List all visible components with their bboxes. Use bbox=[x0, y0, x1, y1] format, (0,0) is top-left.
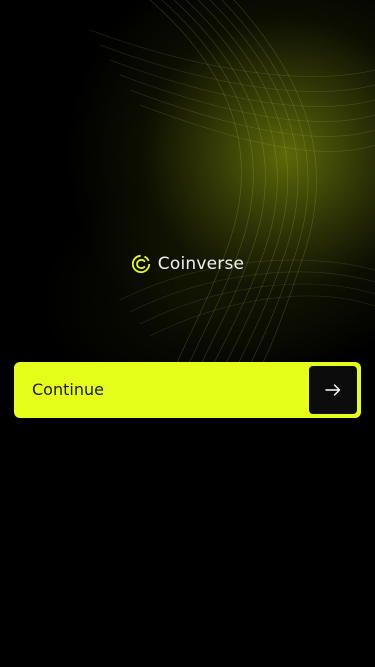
continue-button[interactable]: Continue bbox=[14, 362, 361, 418]
continue-arrow-button[interactable] bbox=[309, 366, 357, 414]
decorative-wave-lines bbox=[89, 0, 375, 380]
continue-button-label: Continue bbox=[32, 380, 104, 399]
coinverse-logo-icon bbox=[131, 254, 150, 274]
splash-screen: Coinverse Continue bbox=[0, 0, 375, 667]
brand-lockup: Coinverse bbox=[0, 250, 375, 278]
arrow-right-icon bbox=[325, 384, 341, 396]
brand-name: Coinverse bbox=[157, 254, 245, 274]
